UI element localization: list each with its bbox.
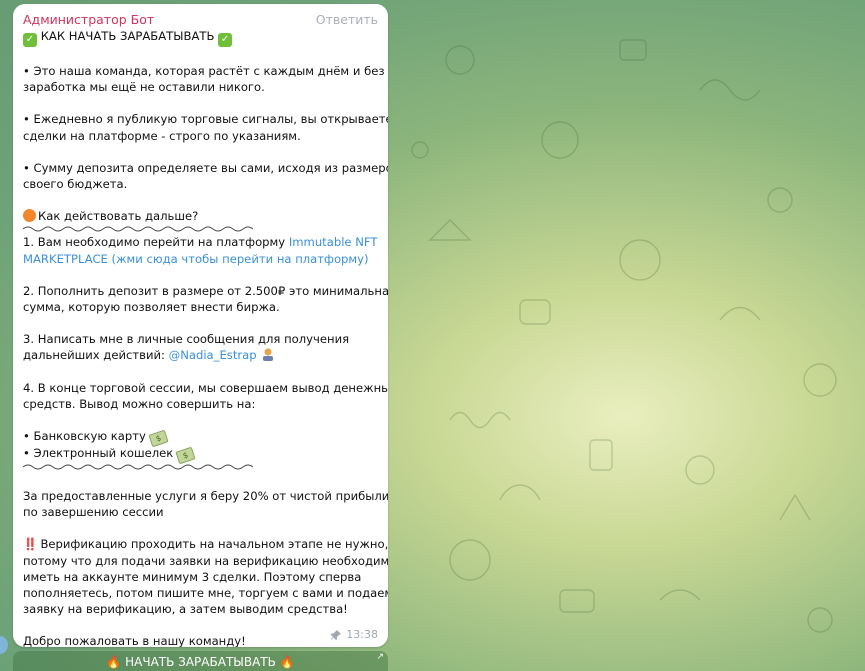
reply-button[interactable]: Ответить <box>316 12 378 27</box>
orange-circle-icon <box>23 209 36 223</box>
step-line: 3. Написать мне в личные сообщения для п… <box>23 332 350 347</box>
withdraw-option-line: • Электронный кошелек $ <box>23 445 378 465</box>
step-line: 1. Вам необходимо перейти на платформу I… <box>23 234 378 250</box>
paragraph-line: • Это наша команда, которая растёт с каж… <box>23 64 385 78</box>
sender-name[interactable]: Администратор Бот <box>23 12 154 27</box>
withdraw-option-line: • Банковскую карту $ <box>23 428 378 448</box>
paragraph-line: • Сумму депозита определяете вы сами, ис… <box>23 160 388 175</box>
step-text: 1. Вам необходимо перейти на платформу <box>23 235 289 250</box>
verification-line: заявку на верификацию, а затем выводим с… <box>23 602 348 617</box>
step-line: дальнейших действий: @Nadia_Estrap <box>23 347 378 363</box>
verification-text: Верификацию проходить на начальном этапе… <box>40 537 388 552</box>
verification-line: ‼️ Верификацию проходить на начальном эта… <box>23 536 388 552</box>
withdraw-option: • Банковскую карту <box>23 429 146 444</box>
platform-link[interactable]: Immutable NFT <box>289 235 378 249</box>
next-steps-heading: Как действовать дальше? <box>38 209 199 224</box>
platform-link[interactable]: MARKETPLACE (жми сюда чтобы перейти на п… <box>23 251 378 267</box>
step-line: сумма, которую позволяет внести биржа. <box>23 300 280 315</box>
fire-icon: 🔥 <box>106 655 122 669</box>
message-title: КАК НАЧАТЬ ЗАРАБАТЫВАТЬ <box>40 29 215 43</box>
step-line: 2. Пополнить депозит в размере от 2.500₽… <box>23 283 388 298</box>
fee-line: За предоставленные услуги я беру 20% от … <box>23 489 388 504</box>
paragraph-line: своего бюджета. <box>23 177 128 192</box>
external-link-arrow-icon: ↗ <box>376 652 384 662</box>
check-mark-icon: ✓ <box>23 33 37 47</box>
wavy-divider <box>23 464 253 470</box>
step-line: 4. В конце торговой сессии, мы совершаем… <box>23 380 388 395</box>
person-icon <box>262 348 273 362</box>
message-meta: 13:38 <box>330 628 378 641</box>
start-earning-label: НАЧАТЬ ЗАРАБАТЫВАТЬ <box>125 655 276 669</box>
start-earning-button[interactable]: 🔥 НАЧАТЬ ЗАРАБАТЫВАТЬ 🔥 ↗ <box>13 651 388 671</box>
pin-icon <box>330 629 342 640</box>
fee-line: по завершению сессии <box>23 505 164 520</box>
paragraph-line: сделки на платформе - строго по указания… <box>23 128 301 143</box>
double-exclamation-icon: ‼️ <box>23 537 38 552</box>
message-time: 13:38 <box>346 628 378 641</box>
check-mark-icon: ✓ <box>218 33 233 47</box>
welcome-line: Добро пожаловать в нашу команду! <box>23 634 246 647</box>
message-header: Администратор Бот Ответить <box>23 10 378 28</box>
wavy-divider <box>23 226 253 232</box>
verification-line: пополняетесь, потом пишите мне, торгуем … <box>23 586 388 601</box>
withdraw-option: • Электронный кошелек <box>23 446 174 461</box>
paragraph-line: • Ежедневно я публикую торговые сигналы,… <box>23 112 388 127</box>
message-text: ✓ КАК НАЧАТЬ ЗАРАБАТЫВАТЬ ✓ • Это наша к… <box>23 28 388 647</box>
message-title-line: ✓ КАК НАЧАТЬ ЗАРАБАТЫВАТЬ ✓ <box>23 28 378 47</box>
step-line: средств. Вывод можно совершить на: <box>23 396 256 411</box>
verification-line: иметь на аккаунте минимум 3 сделки. Поэт… <box>23 569 362 584</box>
money-icon: $ <box>175 446 196 465</box>
step-text: дальнейших действий: <box>23 348 169 363</box>
username-link[interactable]: @Nadia_Estrap <box>169 348 257 362</box>
fire-icon: 🔥 <box>279 655 295 669</box>
paragraph-line: заработка мы ещё не оставили никого. <box>23 80 265 95</box>
message-bubble: Администратор Бот Ответить ✓ КАК НАЧАТЬ … <box>13 4 388 647</box>
verification-line: потому что для подачи заявки на верифика… <box>23 553 388 568</box>
next-steps-heading-line: Как действовать дальше? <box>23 208 378 224</box>
